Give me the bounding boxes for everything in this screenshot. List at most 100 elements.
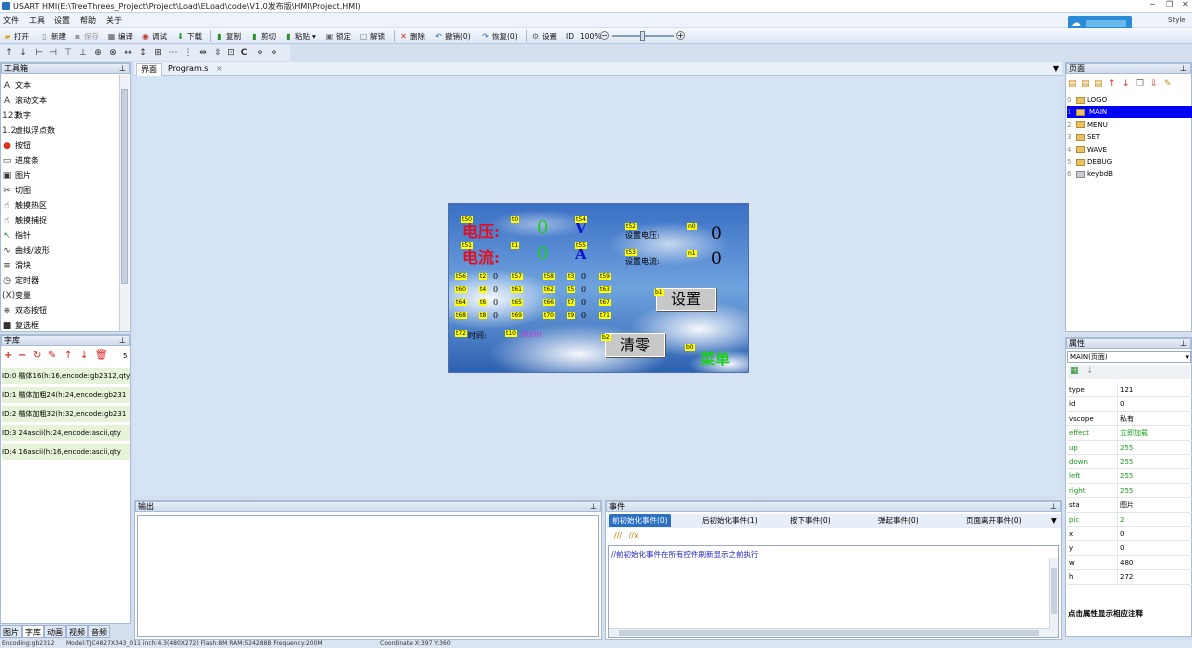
toolbox-item[interactable]: ◷ 定时器 xyxy=(2,273,39,288)
component-tag[interactable]: t62 xyxy=(543,286,555,293)
event-tab[interactable]: 按下事件(0) xyxy=(787,514,834,527)
toolbox-item[interactable]: ∿ 曲线/波形 xyxy=(2,243,49,258)
component-tag[interactable]: t4 xyxy=(479,286,488,293)
align-right-icon[interactable]: ⊣ xyxy=(47,47,59,59)
component-tag[interactable]: t60 xyxy=(455,286,467,293)
toolbox-item[interactable]: ■ 复选框 xyxy=(2,318,39,333)
same-width-icon[interactable]: ↔ xyxy=(122,47,134,59)
center-h-icon[interactable]: ⊕ xyxy=(92,47,104,59)
component-tag[interactable]: t69 xyxy=(511,312,523,319)
page-item[interactable]: 0 LOGO xyxy=(1067,94,1192,106)
font-item[interactable]: ID:2 楷体加粗32(h:32,encode:gb231 xyxy=(2,406,130,422)
component-tag[interactable]: t6 xyxy=(479,299,488,306)
tab-program[interactable]: Program.s xyxy=(164,63,212,76)
copy-page-icon[interactable]: ❐ xyxy=(1136,78,1144,90)
toolbox-item[interactable]: A 文本 xyxy=(2,78,31,93)
toolbox-item[interactable]: ✂ 切图 xyxy=(2,183,31,198)
font-item[interactable]: ID:0 楷体16(h:16,encode:gb2312,qty xyxy=(2,368,130,384)
resource-tab[interactable]: 音频 xyxy=(88,625,110,638)
chevron-down-icon[interactable]: ▼ xyxy=(1051,514,1057,527)
import-page-icon[interactable]: ⇩ xyxy=(1150,78,1158,90)
component-tag[interactable]: t63 xyxy=(599,286,611,293)
close-icon[interactable]: × xyxy=(212,63,227,76)
pin-icon[interactable]: ⊥ xyxy=(1180,339,1187,349)
menu-about[interactable]: 关于 xyxy=(106,15,122,26)
grid-icon[interactable]: ⊡ xyxy=(225,47,237,59)
property-value[interactable]: 272 xyxy=(1120,570,1133,584)
arrow-down-icon[interactable]: ↓ xyxy=(1122,78,1130,90)
minimize-icon[interactable]: ─ xyxy=(1150,0,1155,9)
font-item[interactable]: ID:3 24ascii(h:24,encode:ascii,qty xyxy=(2,425,130,441)
cut-button[interactable]: ▮ 剪切 xyxy=(250,30,276,42)
delete-button[interactable]: ✕ 删除 xyxy=(399,30,425,42)
property-row[interactable]: sta 图片 xyxy=(1067,498,1192,513)
property-row[interactable]: pic 2 xyxy=(1067,512,1192,527)
object-selector[interactable]: MAIN(页面) ▾ xyxy=(1067,351,1191,363)
id-toggle[interactable]: ID xyxy=(566,30,574,42)
lock-button[interactable]: ▣ 锁定 xyxy=(325,30,351,42)
toolbox-item[interactable]: 123 数字 xyxy=(2,108,31,123)
toolbox-item[interactable]: ▭ 进度条 xyxy=(2,153,39,168)
dist-h-icon[interactable]: ⇹ xyxy=(197,47,209,59)
event-tab[interactable]: 页面离开事件(0) xyxy=(963,514,1025,527)
same-height-icon[interactable]: ↕ xyxy=(137,47,149,59)
property-row[interactable]: id 0 xyxy=(1067,397,1192,412)
menu-help[interactable]: 帮助 xyxy=(80,15,96,26)
zoom-slider-thumb[interactable] xyxy=(640,31,645,41)
sort-category-icon[interactable]: ▦ xyxy=(1070,366,1079,376)
component-tag[interactable]: b0 xyxy=(685,344,695,351)
refresh-icon[interactable]: ↻ xyxy=(33,350,41,362)
event-tab[interactable]: 前初始化事件(0) xyxy=(609,514,671,527)
event-scrollbar-h[interactable] xyxy=(609,628,1050,637)
same-size-icon[interactable]: ⊞ xyxy=(152,47,164,59)
component-tag[interactable]: t72 xyxy=(455,330,467,337)
toolbox-item[interactable]: ☝ 触摸热区 xyxy=(2,198,47,213)
toolbox-scrollbar[interactable] xyxy=(119,75,129,331)
move-up-icon[interactable]: ↑ xyxy=(3,47,15,59)
unlock-button[interactable]: ▢ 解锁 xyxy=(359,30,385,42)
remove-icon[interactable]: − xyxy=(18,350,26,362)
page-item[interactable]: 6 keybdB xyxy=(1067,168,1192,180)
insert-page-icon[interactable]: ▤ xyxy=(1081,78,1090,90)
property-row[interactable]: down 255 xyxy=(1067,455,1192,470)
toolbox-item[interactable]: ↖ 指针 xyxy=(2,228,31,243)
component-tag[interactable]: n0 xyxy=(687,223,697,230)
property-row[interactable]: up 255 xyxy=(1067,440,1192,455)
setting-button[interactable]: 设置 xyxy=(656,288,716,311)
add-icon[interactable]: + xyxy=(4,350,12,362)
component-tag[interactable]: b1 xyxy=(654,289,664,296)
pin-icon[interactable]: ⊥ xyxy=(1050,502,1057,512)
property-row[interactable]: y0 xyxy=(1067,541,1192,556)
font-item[interactable]: ID:4 16ascii(h:16,encode:ascii,qty xyxy=(2,444,130,460)
pin-icon[interactable]: ⊥ xyxy=(119,64,126,74)
zoom-slider[interactable] xyxy=(612,31,674,41)
paste-attr-icon[interactable]: ⋄ xyxy=(254,47,266,59)
property-row[interactable]: right 255 xyxy=(1067,483,1192,499)
component-tag[interactable]: t51 xyxy=(461,242,473,249)
arrow-down-icon[interactable]: ↓ xyxy=(80,350,88,362)
tab-dropdown-icon[interactable]: ▼ xyxy=(1053,64,1059,73)
save-button[interactable]: ▪ 保存 xyxy=(73,30,99,42)
component-tag[interactable]: t53 xyxy=(625,249,637,256)
copy-button[interactable]: ▮ 复制 xyxy=(215,30,241,42)
component-tag[interactable]: t58 xyxy=(543,273,555,280)
component-tag[interactable]: t3 xyxy=(567,273,576,280)
component-tag[interactable]: t10 xyxy=(505,330,517,337)
clear-button[interactable]: 清零 xyxy=(605,333,665,357)
toolbox-item[interactable]: ● 按钮 xyxy=(2,138,31,153)
open-button[interactable]: ▰ 打开 xyxy=(3,30,29,42)
property-value[interactable]: 0 xyxy=(1120,527,1124,541)
property-value[interactable]: 121 xyxy=(1120,383,1133,397)
resource-tab[interactable]: 动画 xyxy=(44,625,66,638)
property-value[interactable]: 255 xyxy=(1120,469,1133,483)
undo-button[interactable]: ↶ 撤销(0) xyxy=(434,30,470,42)
property-value[interactable]: 480 xyxy=(1120,556,1133,570)
component-tag[interactable]: t9 xyxy=(567,312,576,319)
toolbox-item[interactable]: (X) 变量 xyxy=(2,288,31,303)
format-icon[interactable]: ⋄ xyxy=(268,47,280,59)
page-item[interactable]: 2 MENU xyxy=(1067,119,1192,131)
event-scrollbar-v[interactable] xyxy=(1049,558,1058,637)
trash-icon[interactable]: 🗑 xyxy=(95,350,108,362)
menu-text[interactable]: 菜单 xyxy=(700,348,730,369)
event-editor[interactable]: //前初始化事件在所有控件刷新显示之前执行 xyxy=(608,545,1059,638)
